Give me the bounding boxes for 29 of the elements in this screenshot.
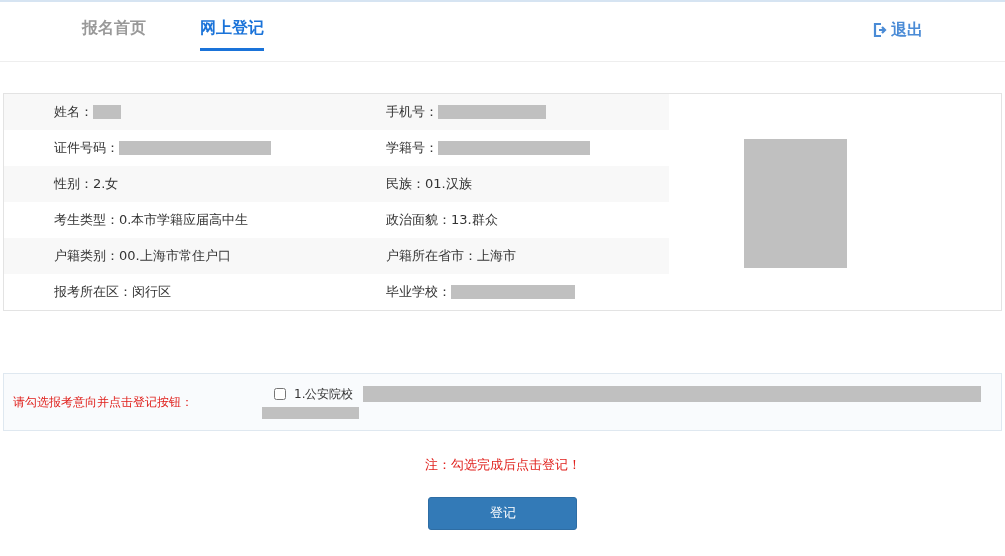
field-label: 户籍类别： — [54, 247, 119, 266]
field-label: 毕业学校： — [386, 283, 451, 302]
note-text: 注：勾选完成后点击登记！ — [424, 456, 581, 474]
field-value: 01.汉族 — [425, 175, 472, 194]
field-label: 性别： — [54, 175, 93, 194]
field-label: 民族： — [386, 175, 425, 194]
submit-button[interactable]: 登记 — [428, 496, 577, 530]
nav-tab[interactable]: 报名首页 — [82, 2, 146, 48]
field-value: 上海市 — [477, 247, 516, 266]
field-label: 政治面貌： — [386, 211, 451, 230]
field-value: 2.女 — [93, 175, 119, 194]
field-label: 考生类型： — [54, 211, 119, 230]
field-label: 报考所在区： — [54, 283, 132, 302]
choice-prompt: 请勾选报考意向并点击登记按钮： — [12, 394, 194, 411]
field-label: 姓名： — [54, 103, 93, 122]
field-value: 00.上海市常住户口 — [119, 247, 231, 266]
option-label: 1.公安院校 — [294, 386, 354, 403]
field-value: 13.群众 — [451, 211, 498, 230]
field-value: 闵行区 — [132, 283, 171, 302]
redaction-bar — [93, 105, 121, 119]
nav-tab[interactable]: 网上登记 — [200, 2, 264, 51]
logout-button[interactable]: 退出 — [872, 18, 923, 42]
field-label: 证件号码： — [54, 139, 119, 158]
option-checkbox[interactable] — [274, 388, 286, 400]
field-label: 学籍号： — [386, 139, 438, 158]
logout-icon — [872, 22, 888, 38]
field-label: 手机号： — [386, 103, 438, 122]
field-value: 0.本市学籍应届高中生 — [119, 211, 249, 230]
field-label: 户籍所在省市： — [386, 247, 477, 266]
